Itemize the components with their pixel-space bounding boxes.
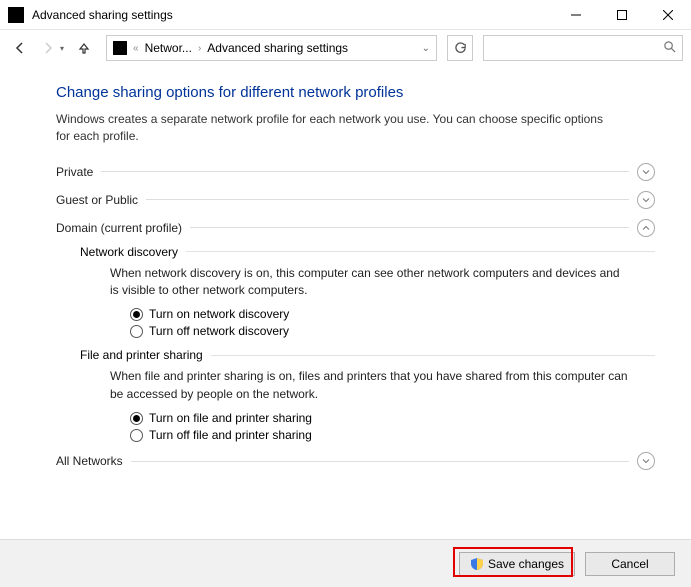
search-icon <box>663 40 676 56</box>
search-box[interactable] <box>483 35 683 61</box>
radio-fp-on-label: Turn on file and printer sharing <box>149 411 312 425</box>
section-all-label: All Networks <box>56 454 123 468</box>
back-button[interactable] <box>8 36 32 60</box>
expand-all-button[interactable] <box>637 452 655 470</box>
divider <box>211 355 655 356</box>
network-discovery-desc: When network discovery is on, this compu… <box>110 265 630 300</box>
radio-nd-on[interactable]: Turn on network discovery <box>130 307 655 321</box>
expand-private-button[interactable] <box>637 163 655 181</box>
divider <box>146 199 629 200</box>
divider <box>101 171 629 172</box>
breadcrumb-current[interactable]: Advanced sharing settings <box>207 41 348 55</box>
divider <box>190 227 629 228</box>
content-area: Change sharing options for different net… <box>0 66 691 538</box>
minimize-button[interactable] <box>553 0 599 30</box>
divider <box>131 461 629 462</box>
network-discovery-label: Network discovery <box>80 245 178 259</box>
maximize-button[interactable] <box>599 0 645 30</box>
shield-icon <box>470 557 484 571</box>
section-private[interactable]: Private <box>56 163 655 181</box>
section-domain-label: Domain (current profile) <box>56 221 182 235</box>
breadcrumb-network[interactable]: Networ... <box>145 41 192 55</box>
file-printer-header: File and printer sharing <box>80 348 655 362</box>
page-subtext: Windows creates a separate network profi… <box>56 111 616 145</box>
divider <box>186 251 655 252</box>
page-heading: Change sharing options for different net… <box>56 84 655 101</box>
radio-fp-on[interactable]: Turn on file and printer sharing <box>130 411 655 425</box>
window-buttons <box>553 0 691 30</box>
radio-nd-on-label: Turn on network discovery <box>149 307 289 321</box>
radio-icon <box>130 325 143 338</box>
chevron-icon: « <box>133 43 139 54</box>
section-private-label: Private <box>56 165 93 179</box>
refresh-button[interactable] <box>447 35 473 61</box>
history-dropdown-icon[interactable]: ▾ <box>60 44 64 53</box>
domain-body: Network discovery When network discovery… <box>80 245 655 443</box>
cancel-button[interactable]: Cancel <box>585 552 675 576</box>
cancel-label: Cancel <box>611 557 648 571</box>
save-changes-button[interactable]: Save changes <box>459 552 575 576</box>
radio-nd-off-label: Turn off network discovery <box>149 324 289 338</box>
network-discovery-options: Turn on network discovery Turn off netwo… <box>130 307 655 338</box>
save-changes-label: Save changes <box>488 557 564 571</box>
close-button[interactable] <box>645 0 691 30</box>
address-dropdown-icon[interactable]: ⌄ <box>422 43 430 54</box>
file-printer-options: Turn on file and printer sharing Turn of… <box>130 411 655 442</box>
window-title: Advanced sharing settings <box>32 8 173 22</box>
section-domain[interactable]: Domain (current profile) <box>56 219 655 237</box>
address-bar[interactable]: « Networ... › Advanced sharing settings … <box>106 35 437 61</box>
collapse-domain-button[interactable] <box>637 219 655 237</box>
file-printer-desc: When file and printer sharing is on, fil… <box>110 368 630 403</box>
section-guest-label: Guest or Public <box>56 193 138 207</box>
location-icon <box>113 41 127 55</box>
titlebar: Advanced sharing settings <box>0 0 691 30</box>
app-icon <box>8 7 24 23</box>
radio-icon <box>130 412 143 425</box>
radio-nd-off[interactable]: Turn off network discovery <box>130 324 655 338</box>
section-all-networks[interactable]: All Networks <box>56 452 655 470</box>
radio-fp-off[interactable]: Turn off file and printer sharing <box>130 428 655 442</box>
file-printer-label: File and printer sharing <box>80 348 203 362</box>
toolbar: ▾ « Networ... › Advanced sharing setting… <box>0 30 691 66</box>
radio-fp-off-label: Turn off file and printer sharing <box>149 428 312 442</box>
footer: Save changes Cancel <box>0 539 691 587</box>
forward-button[interactable] <box>36 36 60 60</box>
section-guest[interactable]: Guest or Public <box>56 191 655 209</box>
expand-guest-button[interactable] <box>637 191 655 209</box>
chevron-right-icon: › <box>198 43 201 54</box>
network-discovery-header: Network discovery <box>80 245 655 259</box>
radio-icon <box>130 429 143 442</box>
radio-icon <box>130 308 143 321</box>
up-button[interactable] <box>72 36 96 60</box>
